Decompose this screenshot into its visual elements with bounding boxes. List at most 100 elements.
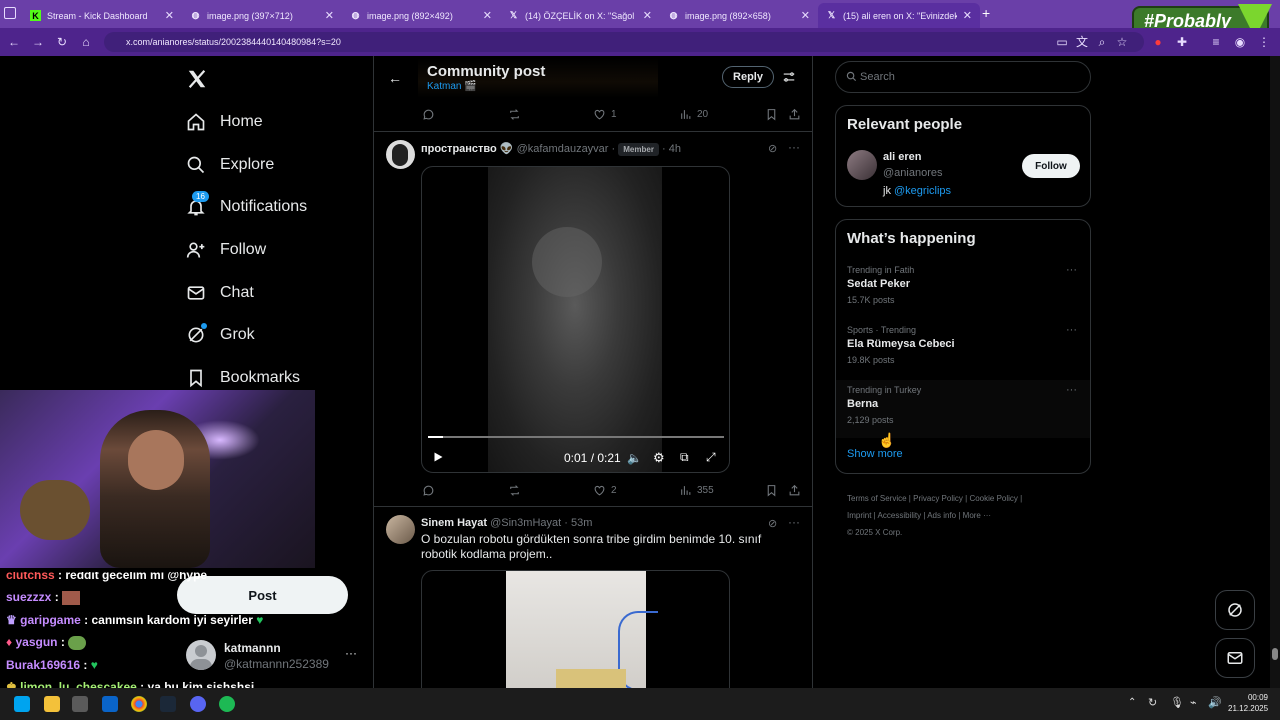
browser-tab[interactable]: K Stream - Kick Dashboard ✕ bbox=[22, 3, 182, 28]
share-action[interactable] bbox=[788, 484, 806, 497]
reply-action[interactable] bbox=[422, 484, 440, 497]
bookmark-action[interactable] bbox=[765, 484, 783, 497]
community-name[interactable]: Katman 🎬 bbox=[427, 81, 477, 92]
follow-button[interactable]: Follow bbox=[1022, 154, 1080, 178]
browser-tab[interactable]: ◍ image.png (397×712) ✕ bbox=[182, 3, 342, 28]
footer-link[interactable]: Cookie Policy bbox=[969, 494, 1017, 503]
author-handle[interactable]: @Sin3mHayat bbox=[490, 517, 561, 529]
author-name[interactable]: пространство bbox=[421, 143, 497, 155]
like-action[interactable]: 2 bbox=[593, 484, 617, 497]
nav-bookmarks[interactable]: Bookmarks bbox=[186, 368, 300, 388]
tab-search-icon[interactable] bbox=[4, 7, 16, 19]
more-options-icon[interactable]: ··· bbox=[1066, 264, 1077, 276]
reload-icon[interactable]: ↻ bbox=[54, 34, 70, 50]
video-player[interactable]: 0:01 / 0:21 🔈 ⚙ ⧉ ⤢ bbox=[421, 166, 730, 473]
steam-icon[interactable] bbox=[160, 696, 176, 712]
close-tab-icon[interactable]: ✕ bbox=[801, 9, 810, 22]
more-options-icon[interactable]: ··· bbox=[1066, 384, 1077, 396]
home-browser-icon[interactable]: ⌂ bbox=[78, 34, 94, 50]
forward-icon[interactable]: → bbox=[30, 34, 46, 50]
footer-link[interactable]: Terms of Service bbox=[847, 494, 907, 503]
settings-icon[interactable]: ⚙ bbox=[653, 450, 665, 466]
nav-grok[interactable]: Grok bbox=[186, 323, 255, 345]
messages-float-button[interactable] bbox=[1215, 638, 1255, 678]
scrollbar[interactable] bbox=[1270, 56, 1280, 688]
views-action[interactable]: 355 bbox=[679, 484, 714, 497]
start-button[interactable] bbox=[14, 696, 30, 712]
reply-action[interactable] bbox=[422, 108, 440, 121]
volume-icon[interactable]: 🔈 bbox=[627, 451, 642, 465]
close-tab-icon[interactable]: ✕ bbox=[483, 9, 492, 22]
show-more-link[interactable]: Show more bbox=[847, 448, 903, 460]
fullscreen-icon[interactable]: ⤢ bbox=[706, 450, 716, 465]
close-tab-icon[interactable]: ✕ bbox=[165, 9, 174, 22]
address-bar[interactable]: x.com/anianores/status/20023844401404809… bbox=[104, 32, 1144, 52]
footer-link[interactable]: Privacy Policy bbox=[913, 494, 963, 503]
spotify-icon[interactable] bbox=[219, 696, 235, 712]
author-name[interactable]: Sinem Hayat bbox=[421, 517, 487, 529]
play-icon[interactable] bbox=[432, 451, 444, 463]
nav-chat[interactable]: Chat bbox=[186, 283, 254, 303]
person-name[interactable]: ali eren bbox=[883, 151, 922, 163]
nav-follow[interactable]: Follow bbox=[186, 240, 266, 260]
footer-link[interactable]: Accessibility bbox=[878, 511, 922, 520]
account-avatar[interactable] bbox=[186, 640, 216, 670]
trend-item[interactable]: Trending in Turkey Berna 2,129 posts ··· bbox=[836, 380, 1090, 438]
cast-icon[interactable]: ▭ bbox=[1054, 34, 1070, 50]
views-action[interactable]: 20 bbox=[679, 108, 708, 121]
taskbar-clock[interactable]: 00:09 21.12.2025 bbox=[1228, 692, 1268, 714]
video-progress-track[interactable] bbox=[428, 436, 724, 438]
avatar[interactable] bbox=[386, 140, 415, 169]
x-logo[interactable] bbox=[186, 68, 208, 90]
grok-post-icon[interactable]: ⊘ bbox=[768, 517, 777, 530]
browser-tab[interactable]: 𝕏 (14) ÖZÇELİK on X: "Sağol abi g✕ bbox=[500, 3, 660, 28]
close-tab-icon[interactable]: ✕ bbox=[643, 9, 652, 22]
bio-link[interactable]: @kegriclips bbox=[894, 185, 951, 197]
like-action[interactable]: 1 bbox=[593, 108, 617, 121]
nav-explore[interactable]: Explore bbox=[186, 155, 274, 175]
browser-tab[interactable]: ◍ image.png (892×658) ✕ bbox=[660, 3, 818, 28]
microphone-icon[interactable]: 🎙 bbox=[1170, 696, 1184, 709]
filter-icon[interactable] bbox=[782, 70, 796, 84]
post-time[interactable]: 53m bbox=[571, 517, 592, 529]
close-tab-icon[interactable]: ✕ bbox=[325, 9, 334, 22]
file-explorer-icon[interactable] bbox=[44, 696, 60, 712]
discord-icon[interactable] bbox=[190, 696, 206, 712]
avatar[interactable] bbox=[386, 515, 415, 544]
scrollbar-thumb[interactable] bbox=[1272, 648, 1278, 660]
avatar[interactable] bbox=[847, 150, 877, 180]
extension-icon[interactable]: ● bbox=[1150, 34, 1166, 50]
store-icon[interactable] bbox=[72, 696, 88, 712]
new-tab-button[interactable]: + bbox=[982, 5, 990, 21]
grok-post-icon[interactable]: ⊘ bbox=[768, 142, 777, 155]
translate-icon[interactable]: 文 bbox=[1074, 34, 1090, 50]
share-action[interactable] bbox=[788, 108, 806, 121]
network-icon[interactable]: ⌁ bbox=[1190, 696, 1197, 709]
tray-sync-icon[interactable]: ↻ bbox=[1148, 696, 1157, 709]
profile-avatar[interactable]: ◉ bbox=[1232, 34, 1248, 50]
back-icon[interactable]: ← bbox=[6, 34, 22, 50]
menu-icon[interactable]: ⋮ bbox=[1256, 34, 1272, 50]
bookmark-action[interactable] bbox=[765, 108, 783, 121]
footer-link[interactable]: Imprint bbox=[847, 511, 871, 520]
zoom-icon[interactable]: ⌕ bbox=[1094, 34, 1110, 50]
trend-item[interactable]: Trending in Fatih Sedat Peker 15.7K post… bbox=[836, 260, 1090, 318]
browser-tab[interactable]: ◍ image.png (892×492) ✕ bbox=[342, 3, 500, 28]
reply-button[interactable]: Reply bbox=[722, 66, 774, 88]
trend-item[interactable]: Sports · Trending Ela Rümeysa Cebeci 19.… bbox=[836, 320, 1090, 378]
footer-link[interactable]: More ··· bbox=[963, 511, 991, 520]
nav-home[interactable]: Home bbox=[186, 112, 263, 132]
footer-link[interactable]: Ads info bbox=[927, 511, 956, 520]
person-handle[interactable]: @anianores bbox=[883, 167, 942, 179]
pip-icon[interactable]: ⧉ bbox=[680, 450, 689, 465]
post-time[interactable]: 4h bbox=[669, 143, 681, 155]
reading-list-icon[interactable]: ≡ bbox=[1208, 34, 1224, 50]
speaker-icon[interactable]: 🔊 bbox=[1208, 696, 1222, 709]
outlook-icon[interactable] bbox=[102, 696, 118, 712]
close-tab-icon[interactable]: ✕ bbox=[963, 9, 972, 22]
more-options-icon[interactable]: ··· bbox=[788, 515, 800, 529]
tray-chevron-icon[interactable]: ⌃ bbox=[1128, 697, 1136, 708]
post-image[interactable] bbox=[421, 570, 730, 688]
more-options-icon[interactable]: ··· bbox=[788, 140, 800, 154]
author-handle[interactable]: @kafamdauzayvar bbox=[517, 143, 609, 155]
